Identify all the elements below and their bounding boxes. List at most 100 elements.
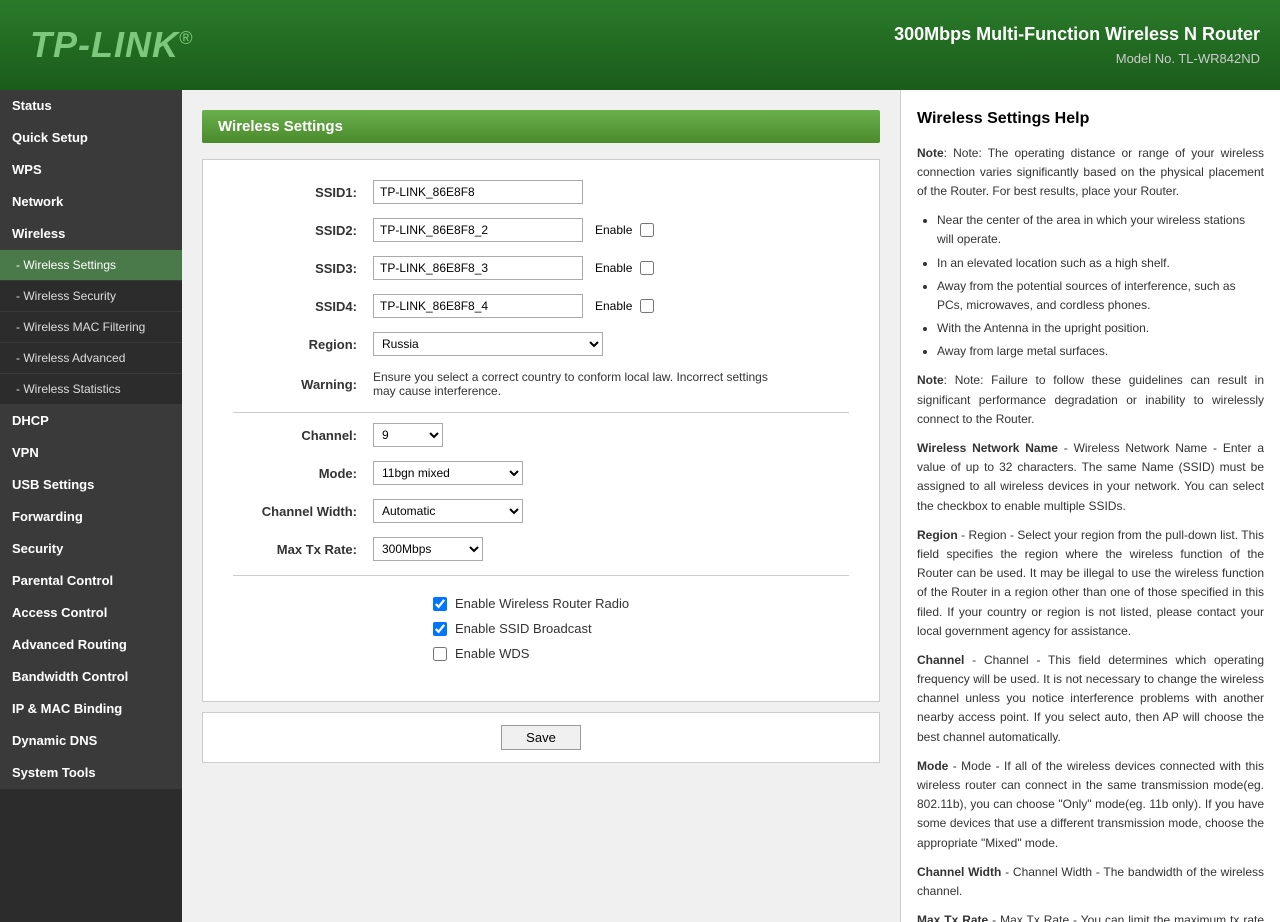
max-tx-rate-select[interactable]: 300Mbps <box>373 537 483 561</box>
sidebar-item-usb-settings[interactable]: USB Settings <box>0 469 182 501</box>
ssid2-control-group: Enable <box>373 218 654 242</box>
mode-label: Mode: <box>233 466 373 481</box>
ssid4-input[interactable] <box>373 294 583 318</box>
ssid1-row: SSID1: <box>233 180 849 204</box>
logo-text: TP-LINK <box>30 24 179 65</box>
main-layout: Status Quick Setup WPS Network Wireless … <box>0 90 1280 922</box>
warning-label: Warning: <box>233 377 373 392</box>
sidebar-item-forwarding[interactable]: Forwarding <box>0 501 182 533</box>
help-bullet-3: Away from the potential sources of inter… <box>937 277 1264 315</box>
ssid3-control-group: Enable <box>373 256 654 280</box>
help-bullet-1: Near the center of the area in which you… <box>937 211 1264 249</box>
sidebar-item-wireless-settings[interactable]: - Wireless Settings <box>0 250 182 281</box>
sidebar-item-access-control[interactable]: Access Control <box>0 597 182 629</box>
model-info: 300Mbps Multi-Function Wireless N Router… <box>894 20 1260 70</box>
sidebar: Status Quick Setup WPS Network Wireless … <box>0 90 182 922</box>
ssid2-enable-label: Enable <box>595 223 632 237</box>
help-intro-text: Note: The operating distance or range of… <box>917 146 1264 198</box>
help-channel-width: Channel Width - Channel Width - The band… <box>917 863 1264 901</box>
warning-text: Ensure you select a correct country to c… <box>373 370 773 398</box>
sidebar-item-system-tools[interactable]: System Tools <box>0 757 182 789</box>
mode-row: Mode: 11bgn mixed <box>233 461 849 485</box>
model-number: Model No. TL-WR842ND <box>894 49 1260 70</box>
sidebar-item-wireless-mac-filtering[interactable]: - Wireless MAC Filtering <box>0 312 182 343</box>
max-tx-rate-row: Max Tx Rate: 300Mbps <box>233 537 849 561</box>
wireless-settings-form: SSID1: SSID2: Enable SSID3: Enabl <box>202 159 880 702</box>
sidebar-item-advanced-routing[interactable]: Advanced Routing <box>0 629 182 661</box>
sidebar-item-status[interactable]: Status <box>0 90 182 122</box>
header: TP-LINK® 300Mbps Multi-Function Wireless… <box>0 0 1280 90</box>
save-section: Save <box>202 712 880 763</box>
region-label: Region: <box>233 337 373 352</box>
sidebar-item-parental-control[interactable]: Parental Control <box>0 565 182 597</box>
help-title: Wireless Settings Help <box>917 106 1264 132</box>
help-max-tx-rate: Max Tx Rate - Max Tx Rate - You can limi… <box>917 911 1264 922</box>
ssid2-label: SSID2: <box>233 223 373 238</box>
sidebar-item-wireless-security[interactable]: - Wireless Security <box>0 281 182 312</box>
section-title: Wireless Settings <box>202 110 880 143</box>
logo: TP-LINK® <box>30 24 193 66</box>
mode-select[interactable]: 11bgn mixed <box>373 461 523 485</box>
channel-select[interactable]: 9 <box>373 423 443 447</box>
help-region: Region - Region - Select your region fro… <box>917 526 1264 641</box>
ssid1-label: SSID1: <box>233 185 373 200</box>
help-channel: Channel - Channel - This field determine… <box>917 651 1264 747</box>
note-term: Note <box>917 146 944 160</box>
ssid4-enable-label: Enable <box>595 299 632 313</box>
product-name: 300Mbps Multi-Function Wireless N Router <box>894 20 1260 49</box>
sidebar-item-quick-setup[interactable]: Quick Setup <box>0 122 182 154</box>
channel-width-select[interactable]: Automatic <box>373 499 523 523</box>
ssid3-row: SSID3: Enable <box>233 256 849 280</box>
help-bullet-4: With the Antenna in the upright position… <box>937 319 1264 338</box>
sidebar-item-wps[interactable]: WPS <box>0 154 182 186</box>
checkbox-section: Enable Wireless Router Radio Enable SSID… <box>233 586 849 681</box>
enable-wireless-checkbox[interactable] <box>433 597 447 611</box>
ssid3-enable-label: Enable <box>595 261 632 275</box>
ssid3-label: SSID3: <box>233 261 373 276</box>
ssid1-control-group <box>373 180 583 204</box>
ssid1-input[interactable] <box>373 180 583 204</box>
help-panel: Wireless Settings Help Note: Note: The o… <box>900 90 1280 922</box>
sidebar-item-network[interactable]: Network <box>0 186 182 218</box>
enable-ssid-broadcast-checkbox[interactable] <box>433 622 447 636</box>
enable-wds-checkbox[interactable] <box>433 647 447 661</box>
sidebar-item-dynamic-dns[interactable]: Dynamic DNS <box>0 725 182 757</box>
ssid2-input[interactable] <box>373 218 583 242</box>
logo-registered: ® <box>179 28 193 48</box>
content-area: Wireless Settings SSID1: SSID2: Enable <box>182 90 900 922</box>
ssid4-row: SSID4: Enable <box>233 294 849 318</box>
help-intro: Note: Note: The operating distance or ra… <box>917 144 1264 202</box>
ssid3-enable-checkbox[interactable] <box>640 261 654 275</box>
region-select[interactable]: Russia <box>373 332 603 356</box>
sidebar-item-wireless-advanced[interactable]: - Wireless Advanced <box>0 343 182 374</box>
ssid2-enable-checkbox[interactable] <box>640 223 654 237</box>
enable-wds-row: Enable WDS <box>433 646 849 661</box>
ssid4-control-group: Enable <box>373 294 654 318</box>
help-note2: Note: Note: Failure to follow these guid… <box>917 371 1264 429</box>
help-wireless-network-name: Wireless Network Name - Wireless Network… <box>917 439 1264 516</box>
sidebar-item-vpn[interactable]: VPN <box>0 437 182 469</box>
save-button[interactable]: Save <box>501 725 581 750</box>
enable-wds-label: Enable WDS <box>455 646 529 661</box>
channel-width-label: Channel Width: <box>233 504 373 519</box>
channel-width-row: Channel Width: Automatic <box>233 499 849 523</box>
enable-ssid-broadcast-label: Enable SSID Broadcast <box>455 621 592 636</box>
enable-wireless-row: Enable Wireless Router Radio <box>433 596 849 611</box>
ssid4-enable-checkbox[interactable] <box>640 299 654 313</box>
help-mode: Mode - Mode - If all of the wireless dev… <box>917 757 1264 853</box>
help-bullet-5: Away from large metal surfaces. <box>937 342 1264 361</box>
region-row: Region: Russia <box>233 332 849 356</box>
sidebar-item-ip-mac-binding[interactable]: IP & MAC Binding <box>0 693 182 725</box>
channel-label: Channel: <box>233 428 373 443</box>
ssid4-label: SSID4: <box>233 299 373 314</box>
sidebar-item-wireless[interactable]: Wireless <box>0 218 182 250</box>
enable-wireless-label: Enable Wireless Router Radio <box>455 596 629 611</box>
sidebar-item-wireless-statistics[interactable]: - Wireless Statistics <box>0 374 182 405</box>
max-tx-rate-label: Max Tx Rate: <box>233 542 373 557</box>
ssid3-input[interactable] <box>373 256 583 280</box>
ssid2-row: SSID2: Enable <box>233 218 849 242</box>
sidebar-item-bandwidth-control[interactable]: Bandwidth Control <box>0 661 182 693</box>
sidebar-item-security[interactable]: Security <box>0 533 182 565</box>
sidebar-item-dhcp[interactable]: DHCP <box>0 405 182 437</box>
warning-row: Warning: Ensure you select a correct cou… <box>233 370 849 398</box>
